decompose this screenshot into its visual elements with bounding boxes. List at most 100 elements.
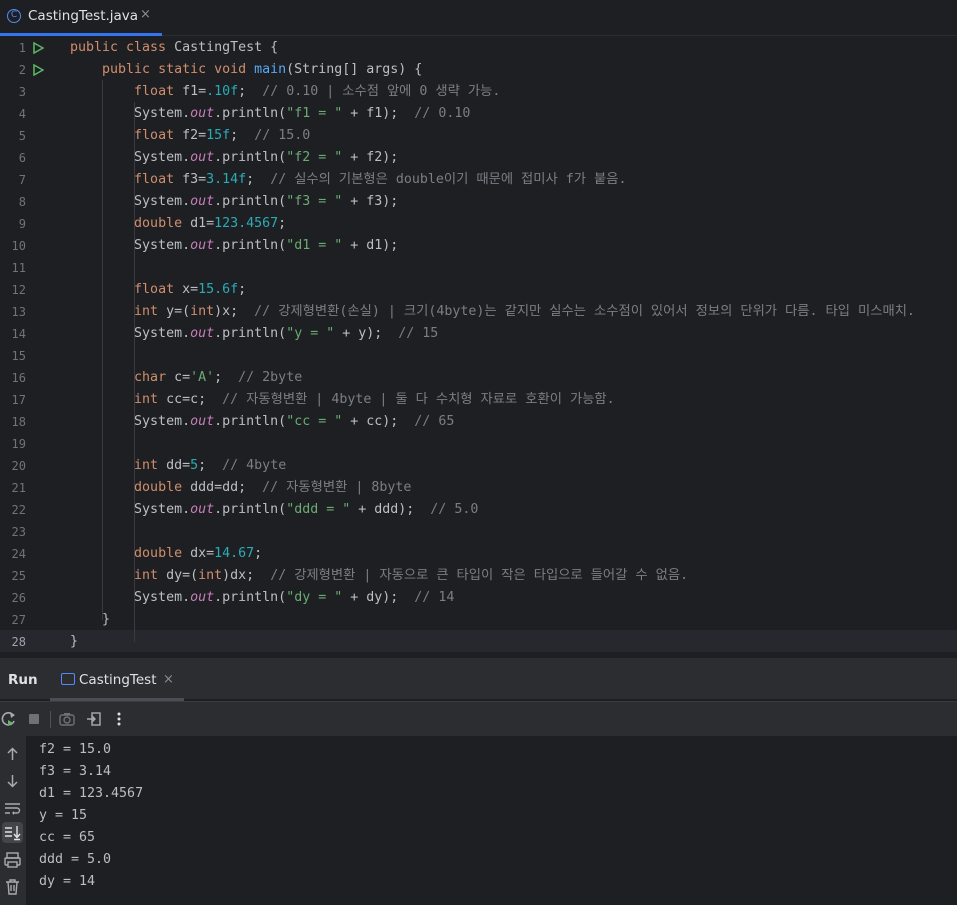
code-line: System.out.println("y = " + y); // 15 [70, 323, 438, 345]
close-icon[interactable]: × [140, 7, 151, 22]
editor-tab-castingtest[interactable]: C CastingTest.java × [0, 0, 162, 36]
code-token: 5 [190, 458, 199, 473]
code-token: char [134, 370, 175, 385]
code-token: )dx; [222, 568, 271, 583]
run-tab-castingtest[interactable]: CastingTest × [50, 661, 184, 701]
code-token: int [198, 568, 223, 583]
code-token: 3.14f [206, 172, 247, 187]
code-line: float f1=.10f; // 0.10 | 소수점 앞에 0 생략 가능. [70, 81, 500, 103]
run-gutter-icon[interactable] [33, 42, 44, 54]
soft-wrap-icon[interactable] [2, 798, 23, 819]
code-token: out [190, 194, 215, 209]
more-icon[interactable] [110, 710, 128, 728]
code-token: // 강제형변환(손실) | 크기(4byte)는 같지만 실수는 소수점이 있… [254, 304, 915, 319]
code-token: ddd=dd; [190, 480, 263, 495]
exit-icon[interactable] [85, 710, 103, 728]
code-line: System.out.println("f2 = " + f2); [70, 147, 398, 169]
code-token: ; [238, 84, 263, 99]
editor-tab-label: CastingTest.java [28, 8, 139, 24]
code-token: // 실수의 기본형은 double이기 때문에 접미사 f가 붙음. [270, 172, 627, 187]
code-line: char c='A'; // 2byte [70, 367, 302, 389]
code-line: System.out.println("cc = " + cc); // 65 [70, 411, 454, 433]
trash-icon[interactable] [2, 876, 23, 897]
code-token: System. [70, 238, 191, 253]
code-token: "ddd = " [286, 502, 351, 517]
code-token: // 15 [398, 326, 439, 341]
code-line: float x=15.6f; [70, 279, 246, 301]
line-number: 13 [11, 305, 26, 319]
close-icon[interactable]: × [163, 672, 174, 687]
line-number: 9 [18, 217, 26, 231]
line-number: 23 [11, 525, 26, 539]
code-token: ; [198, 458, 223, 473]
code-line: System.out.println("f3 = " + f3); [70, 191, 398, 213]
code-token: // 0.10 [414, 106, 471, 121]
code-line: System.out.println("ddd = " + ddd); // 5… [70, 499, 478, 521]
code-token: int [134, 568, 167, 583]
code-token: float [134, 282, 183, 297]
code-token: ; [214, 370, 239, 385]
code-token: int [134, 304, 167, 319]
line-number: 25 [11, 569, 26, 583]
code-token: double [134, 216, 191, 231]
run-tab-label: CastingTest [79, 672, 157, 688]
line-number: 14 [11, 327, 26, 341]
line-number: 2 [18, 63, 26, 77]
code-token: System. [70, 502, 191, 517]
code-line: System.out.println("dy = " + dy); // 14 [70, 587, 454, 609]
code-token: 123.4567 [214, 216, 279, 231]
line-number-gutter[interactable]: 1 2 3 4 5 6 7 8 9 10 11 12 13 14 15 16 17 18 19 20 21 22 23 24 2… [0, 36, 58, 658]
run-gutter-icon[interactable] [33, 64, 44, 76]
console-icon [61, 673, 75, 685]
code-token: ; [254, 546, 263, 561]
code-token: + f2); [342, 150, 399, 165]
code-token: double [134, 546, 191, 561]
console-line: f2 = 15.0 [39, 742, 112, 757]
code-token: f1= [182, 84, 207, 99]
code-token: out [190, 326, 215, 341]
code-token: x= [182, 282, 199, 297]
print-icon[interactable] [2, 850, 23, 871]
code-line: int y=(int)x; // 강제형변환(손실) | 크기(4byte)는 … [70, 301, 915, 323]
camera-icon[interactable] [58, 710, 76, 728]
console[interactable]: f2 = 15.0 f3 = 3.14 d1 = 123.4567 y = 15 cc … [0, 736, 957, 905]
code-line: int dy=(int)dx; // 강제형변환 | 자동으로 큰 타입이 작은… [70, 565, 688, 587]
code-line: double dx=14.67; [70, 543, 262, 565]
code-token: .println( [214, 502, 287, 517]
console-line: cc = 65 [39, 830, 96, 845]
code-token: } [70, 634, 79, 649]
code-token: "f3 = " [286, 194, 343, 209]
arrow-down-icon[interactable] [2, 770, 23, 791]
code-token: .println( [214, 194, 287, 209]
code-token: 15f [206, 128, 231, 143]
code-token: // 5.0 [430, 502, 479, 517]
code-token: "cc = " [286, 414, 343, 429]
code-line: public static void main(String[] args) { [70, 59, 422, 81]
code-token: // 65 [414, 414, 455, 429]
code-token: .println( [214, 106, 287, 121]
code-token: out [190, 414, 215, 429]
code-token: ; [230, 128, 255, 143]
code-token: + d1); [342, 238, 399, 253]
code-token: dy=( [166, 568, 199, 583]
line-number: 18 [11, 415, 26, 429]
code-token: + ddd); [350, 502, 431, 517]
arrow-up-icon[interactable] [2, 744, 23, 765]
line-number: 16 [11, 371, 26, 385]
code-editor[interactable]: 1 2 3 4 5 6 7 8 9 10 11 12 13 14 15 16 17 18 19 20 21 22 23 24 2… [0, 36, 957, 658]
code-token: "f1 = " [286, 106, 343, 121]
code-token: public class [70, 40, 175, 55]
stop-icon[interactable] [25, 710, 43, 728]
code-area[interactable]: public class CastingTest { public static… [70, 36, 957, 658]
rerun-icon[interactable] [0, 710, 18, 728]
code-token: // 14 [414, 590, 455, 605]
code-token: int [134, 392, 167, 407]
scroll-to-end-icon[interactable] [2, 822, 23, 843]
code-token: c= [174, 370, 191, 385]
